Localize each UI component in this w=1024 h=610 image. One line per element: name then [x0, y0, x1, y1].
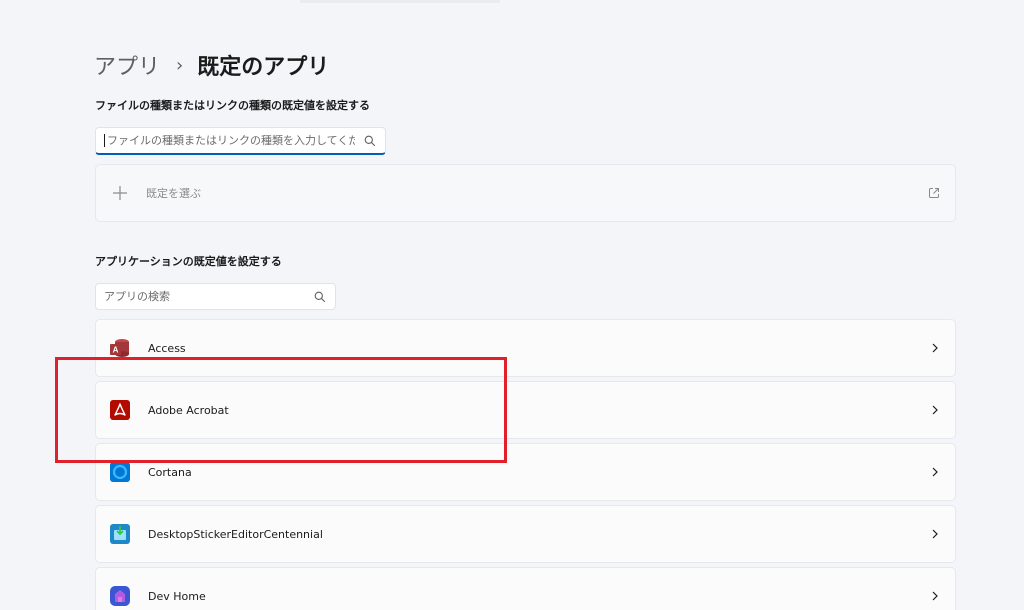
plus-icon — [113, 186, 127, 200]
app-name: Adobe Acrobat — [148, 403, 229, 417]
cortana-icon — [110, 462, 130, 482]
choose-default-button[interactable]: 既定を選ぶ — [95, 164, 956, 222]
access-icon: A — [110, 339, 129, 357]
top-edge — [300, 0, 500, 3]
app-row-adobe-acrobat[interactable]: Adobe Acrobat — [95, 381, 956, 439]
file-type-search-box[interactable] — [95, 127, 386, 155]
chevron-right-icon — [932, 529, 938, 539]
open-external-icon — [929, 188, 939, 198]
dev-home-icon — [110, 586, 130, 606]
app-name: DesktopStickerEditorCentennial — [148, 527, 323, 541]
app-row-access[interactable]: A Access — [95, 319, 956, 377]
app-row-dev-home[interactable]: Dev Home — [95, 567, 956, 610]
app-section-heading: アプリケーションの既定値を設定する — [95, 255, 282, 268]
breadcrumb-separator: › — [176, 54, 184, 76]
adobe-acrobat-icon — [110, 400, 130, 420]
chevron-right-icon — [932, 343, 938, 353]
search-icon[interactable] — [313, 290, 327, 304]
app-name: Cortana — [148, 465, 192, 479]
app-search-input[interactable] — [96, 284, 313, 309]
page-title: 既定のアプリ — [197, 55, 330, 80]
file-type-section-heading: ファイルの種類またはリンクの種類の既定値を設定する — [95, 99, 370, 112]
file-type-search-input[interactable] — [105, 128, 363, 153]
svg-text:A: A — [113, 346, 119, 355]
app-row-desktop-sticker-editor[interactable]: DesktopStickerEditorCentennial — [95, 505, 956, 563]
breadcrumb: アプリ › 既定のアプリ — [94, 48, 329, 82]
default-apps-page: アプリ › 既定のアプリ ファイルの種類またはリンクの種類の既定値を設定する 既… — [0, 0, 1024, 610]
search-icon[interactable] — [363, 134, 377, 148]
sticker-editor-icon — [110, 524, 130, 544]
chevron-right-icon — [932, 405, 938, 415]
chevron-right-icon — [932, 591, 938, 601]
app-row-cortana[interactable]: Cortana — [95, 443, 956, 501]
choose-default-label: 既定を選ぶ — [146, 187, 201, 200]
chevron-right-icon — [932, 467, 938, 477]
app-name: Access — [148, 341, 186, 355]
app-search-box[interactable] — [95, 283, 336, 310]
breadcrumb-apps-link[interactable]: アプリ — [94, 49, 160, 81]
app-name: Dev Home — [148, 589, 206, 603]
